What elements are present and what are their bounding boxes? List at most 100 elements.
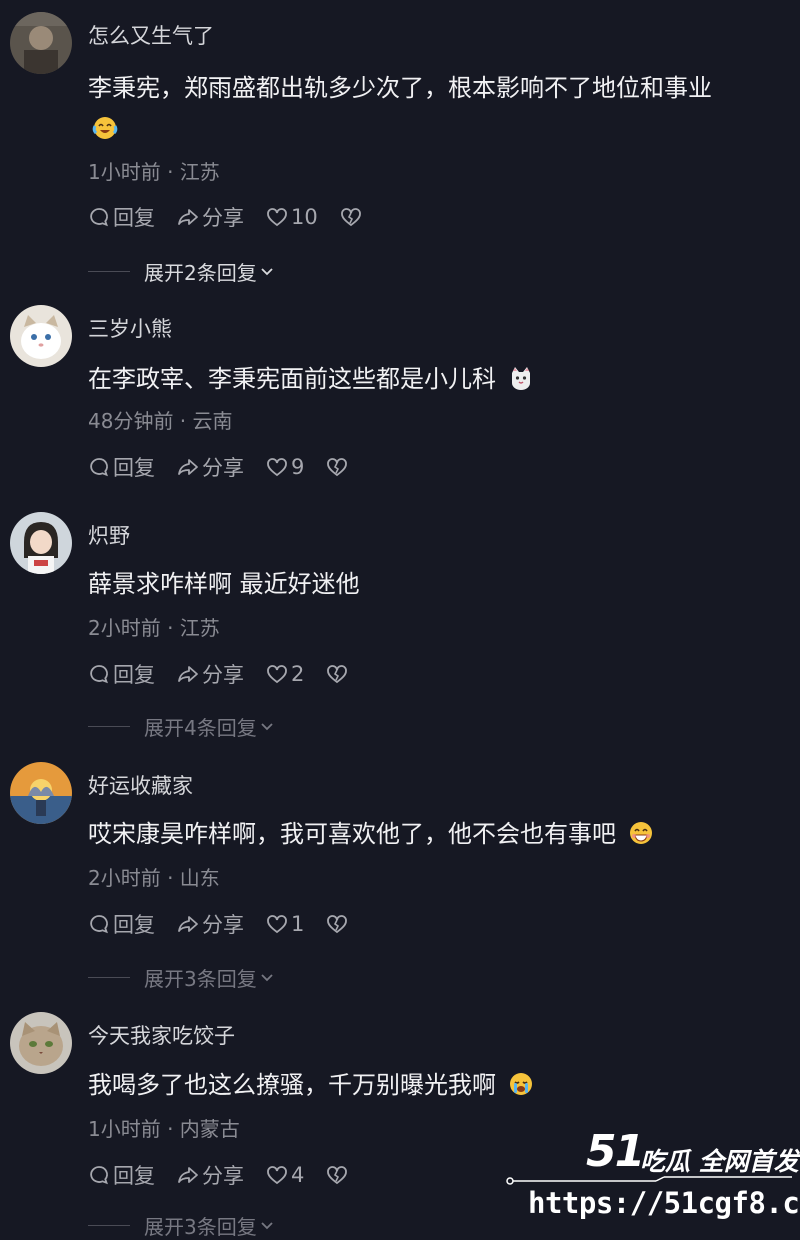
like-button[interactable]: 2 xyxy=(266,662,304,686)
like-button[interactable]: 4 xyxy=(266,1163,304,1187)
avatar[interactable] xyxy=(10,512,72,574)
expand-label: 展开3条回复 xyxy=(144,966,257,991)
share-button[interactable]: 分享 xyxy=(177,659,244,689)
broken-heart-icon xyxy=(327,1166,348,1185)
reply-button[interactable]: 回复 xyxy=(88,1160,155,1190)
reply-bubble-icon xyxy=(90,665,108,684)
dislike-button[interactable] xyxy=(326,456,348,478)
share-button[interactable]: 分享 xyxy=(177,909,244,939)
comment-actions: 回复 分享 4 xyxy=(88,1160,370,1190)
comment-text-body: 薛景求咋样啊 最近好迷他 xyxy=(88,570,360,598)
reply-button[interactable]: 回复 xyxy=(88,659,155,689)
like-button[interactable]: 10 xyxy=(266,205,318,229)
reply-button[interactable]: 回复 xyxy=(88,909,155,939)
like-button[interactable]: 9 xyxy=(266,455,304,479)
reply-label: 回复 xyxy=(113,663,155,687)
comment-text-body: 哎宋康昊咋样啊，我可喜欢他了，他不会也有事吧 xyxy=(88,820,616,848)
crying-emoji-icon xyxy=(509,1073,532,1095)
share-label: 分享 xyxy=(202,1164,244,1188)
dislike-button[interactable] xyxy=(326,913,348,935)
reply-bubble-icon xyxy=(90,915,108,934)
expand-label: 展开2条回复 xyxy=(144,260,257,285)
time-location: 2小时前 · 山东 xyxy=(88,866,220,890)
reply-label: 回复 xyxy=(113,456,155,480)
reply-label: 回复 xyxy=(113,206,155,230)
share-label: 分享 xyxy=(202,206,244,230)
expand-replies-button[interactable]: 展开2条回复 xyxy=(88,256,275,286)
reply-button[interactable]: 回复 xyxy=(88,202,155,232)
expand-label: 展开4条回复 xyxy=(144,715,257,740)
divider-line xyxy=(88,725,130,727)
watermark-tagline: 吃瓜 全网首发 xyxy=(640,1147,799,1176)
comment-text: 李秉宪，郑雨盛都出轨多少次了，根本影响不了地位和事业 xyxy=(88,68,778,148)
avatar[interactable] xyxy=(10,762,72,824)
watermark-brand: 51 xyxy=(586,1126,645,1177)
reply-bubble-icon xyxy=(90,458,108,477)
share-arrow-icon xyxy=(178,459,198,475)
laughing-crying-emoji-icon xyxy=(92,117,118,139)
chevron-down-icon xyxy=(261,1222,273,1230)
heart-icon xyxy=(267,665,287,684)
like-count: 9 xyxy=(291,455,305,479)
username[interactable]: 三岁小熊 xyxy=(88,313,172,343)
avatar[interactable] xyxy=(10,12,72,74)
time-location: 2小时前 · 江苏 xyxy=(88,616,220,640)
like-count: 10 xyxy=(291,205,318,229)
comment-text-body: 李秉宪，郑雨盛都出轨多少次了，根本影响不了地位和事业 xyxy=(88,74,712,102)
reply-bubble-icon xyxy=(90,208,108,227)
heart-icon xyxy=(267,208,287,227)
cat-face-emoji-icon xyxy=(511,367,530,390)
share-arrow-icon xyxy=(178,666,198,682)
time-location: 48分钟前 · 云南 xyxy=(88,409,233,433)
share-button[interactable]: 分享 xyxy=(177,1160,244,1190)
expand-label: 展开3条回复 xyxy=(144,1214,257,1239)
comment-text: 我喝多了也这么撩骚，千万别曝光我啊 xyxy=(88,1065,778,1105)
reply-bubble-icon xyxy=(90,1166,108,1185)
divider-line xyxy=(88,976,130,978)
chevron-down-icon xyxy=(261,974,273,982)
broken-heart-icon xyxy=(327,458,348,477)
divider-line xyxy=(88,270,130,272)
username[interactable]: 怎么又生气了 xyxy=(88,20,214,50)
watermark: 51 吃瓜 全网首发 https://51cgf8.com xyxy=(500,1120,800,1225)
share-label: 分享 xyxy=(202,456,244,480)
chevron-down-icon xyxy=(261,723,273,731)
reply-button[interactable]: 回复 xyxy=(88,452,155,482)
avatar[interactable] xyxy=(10,305,72,367)
like-button[interactable]: 1 xyxy=(266,912,304,936)
share-button[interactable]: 分享 xyxy=(177,202,244,232)
dislike-button[interactable] xyxy=(326,1164,348,1186)
like-count: 2 xyxy=(291,662,305,686)
heart-icon xyxy=(267,1166,287,1185)
broken-heart-icon xyxy=(327,915,348,934)
comment-text: 哎宋康昊咋样啊，我可喜欢他了，他不会也有事吧 xyxy=(88,814,778,854)
comment-text: 在李政宰、李秉宪面前这些都是小儿科 xyxy=(88,359,778,399)
expand-replies-button[interactable]: 展开4条回复 xyxy=(88,711,275,741)
heart-icon xyxy=(267,458,287,477)
share-label: 分享 xyxy=(202,913,244,937)
comment-actions: 回复 分享 2 xyxy=(88,659,370,689)
username[interactable]: 好运收藏家 xyxy=(88,770,193,800)
username[interactable]: 炽野 xyxy=(88,520,130,550)
reply-label: 回复 xyxy=(113,1164,155,1188)
time-location: 1小时前 · 内蒙古 xyxy=(88,1117,240,1141)
comment-text-body: 我喝多了也这么撩骚，千万别曝光我啊 xyxy=(88,1071,496,1099)
watermark-circuit-line xyxy=(506,1176,792,1185)
dislike-button[interactable] xyxy=(340,206,362,228)
share-arrow-icon xyxy=(178,209,198,225)
comment-text: 薛景求咋样啊 最近好迷他 xyxy=(88,564,778,604)
share-button[interactable]: 分享 xyxy=(177,452,244,482)
reply-label: 回复 xyxy=(113,913,155,937)
comment-actions: 回复 分享 10 xyxy=(88,202,384,232)
broken-heart-icon xyxy=(340,208,361,227)
expand-replies-button[interactable]: 展开3条回复 xyxy=(88,962,275,992)
grinning-emoji-icon xyxy=(629,822,652,844)
dislike-button[interactable] xyxy=(326,663,348,685)
like-count: 1 xyxy=(291,912,305,936)
time-location: 1小时前 · 江苏 xyxy=(88,160,220,184)
broken-heart-icon xyxy=(327,665,348,684)
expand-replies-button[interactable]: 展开3条回复 xyxy=(88,1210,275,1240)
avatar[interactable] xyxy=(10,1012,72,1074)
share-arrow-icon xyxy=(178,916,198,932)
username[interactable]: 今天我家吃饺子 xyxy=(88,1020,235,1050)
